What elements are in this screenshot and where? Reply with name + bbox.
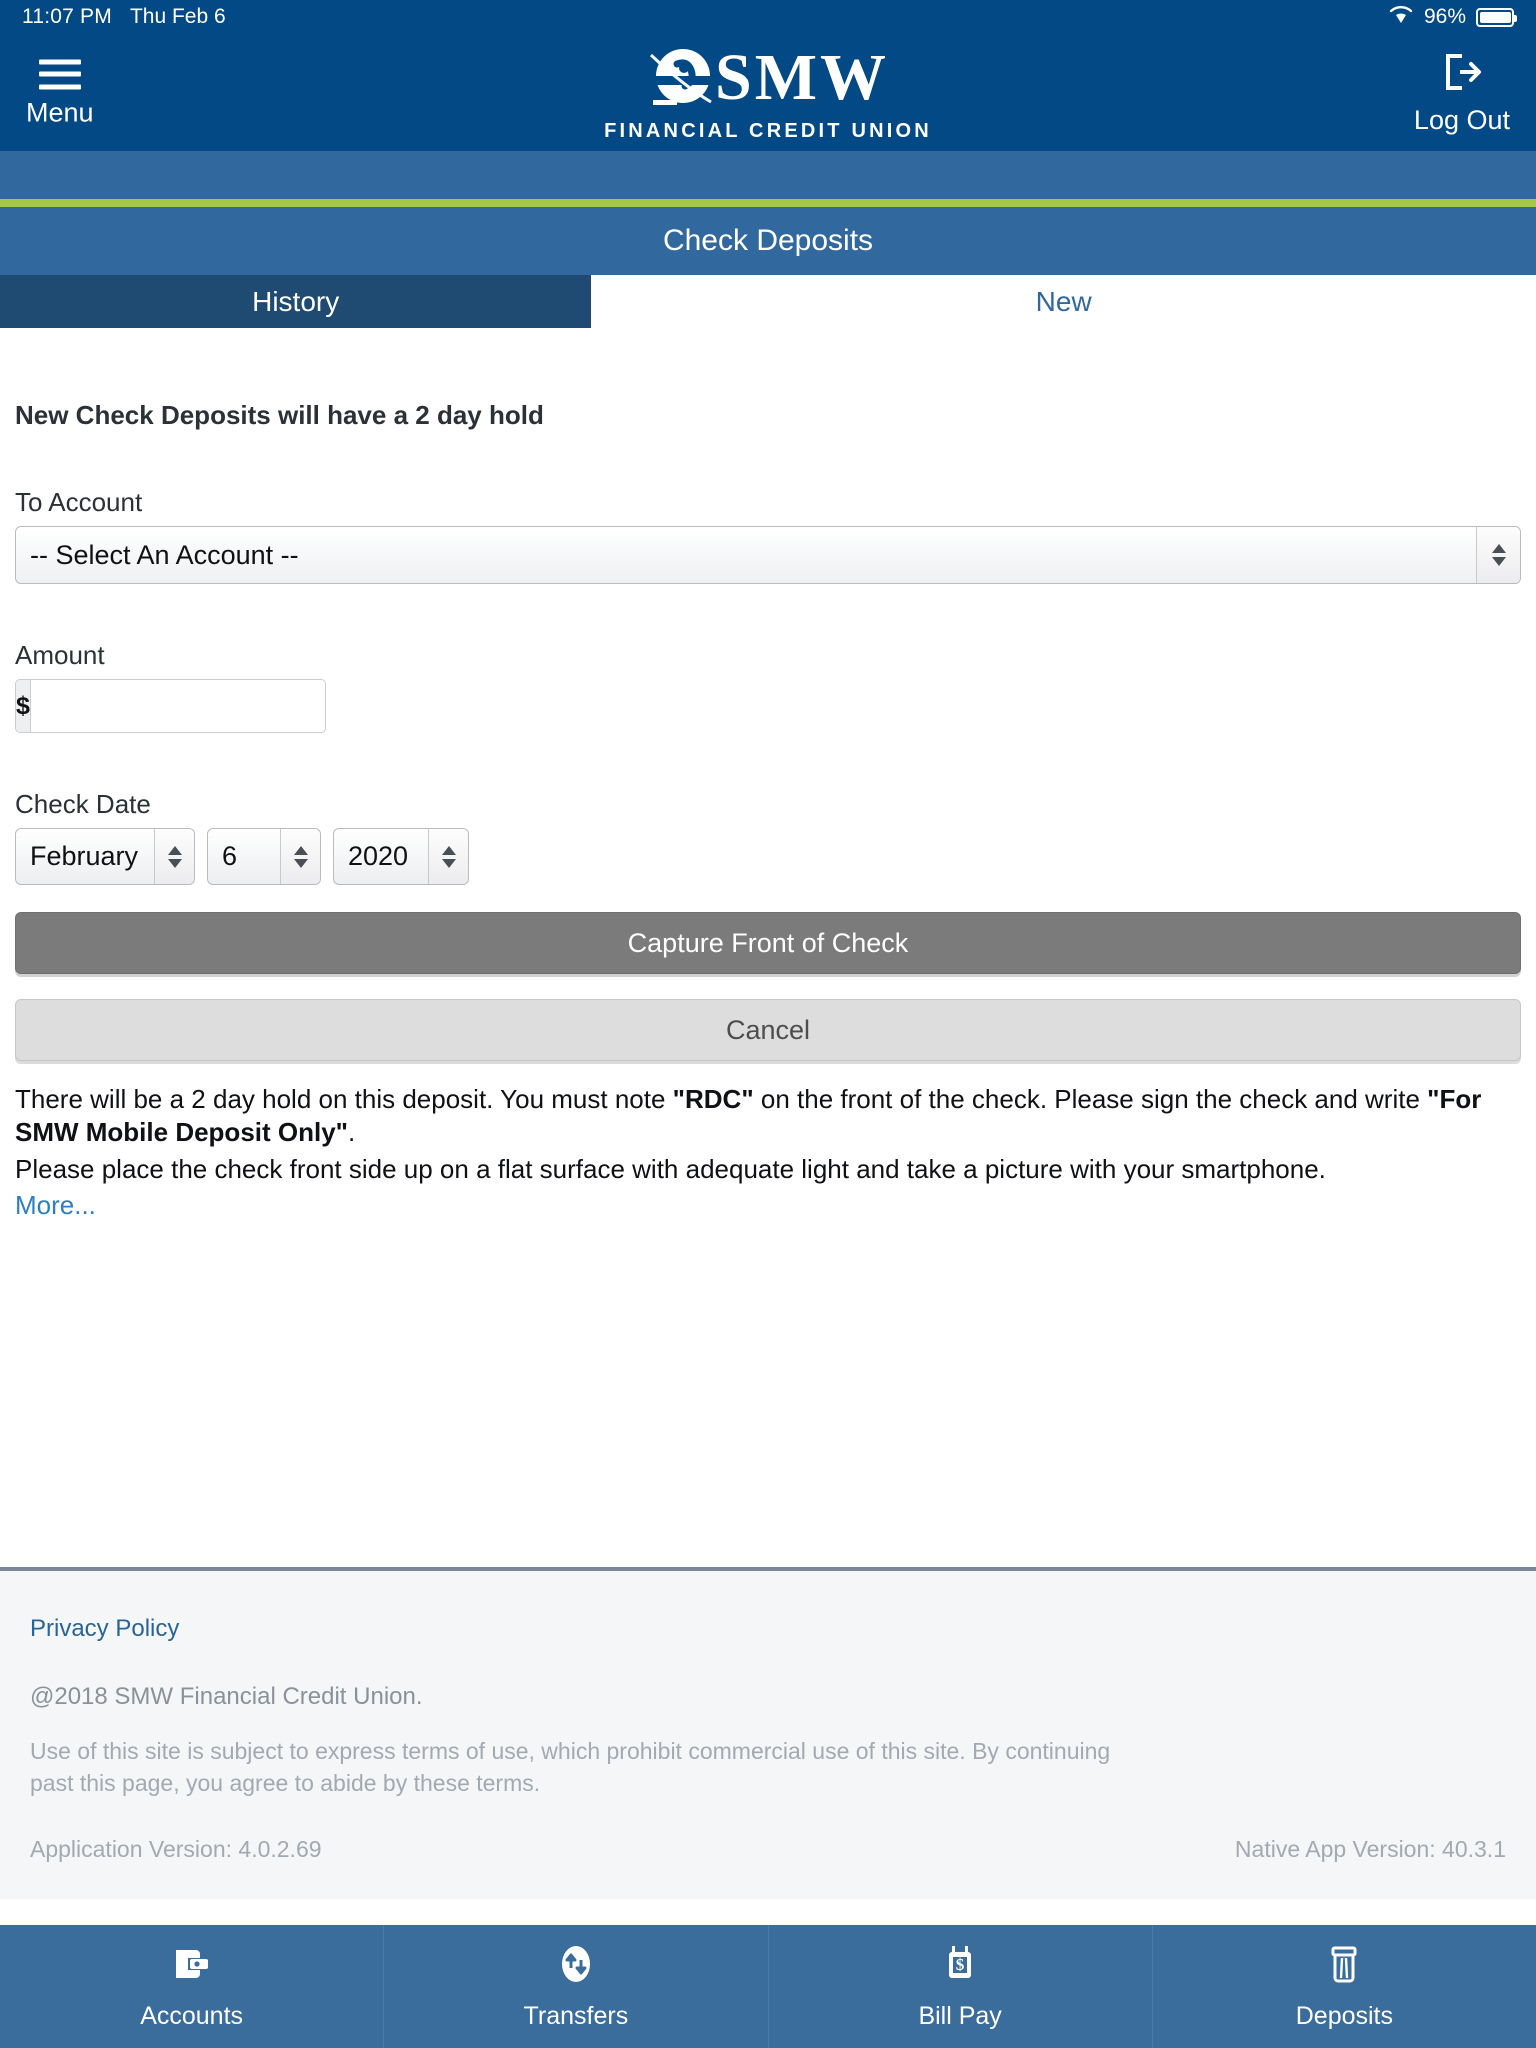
capture-front-of-check-button[interactable]: Capture Front of Check <box>15 912 1521 974</box>
check-date-year-select[interactable]: 2020 <box>333 828 469 885</box>
check-date-month-select[interactable]: February <box>15 828 195 885</box>
month-stepper-icon[interactable] <box>154 829 194 884</box>
instruction-text-c: . <box>348 1116 356 1147</box>
logo-mark-icon <box>647 42 719 114</box>
header-spacer-bar <box>0 151 1536 199</box>
instruction-text-b: on the front of the check. Please sign t… <box>753 1084 1428 1114</box>
logout-icon <box>1440 52 1484 97</box>
amount-input[interactable] <box>30 680 325 732</box>
battery-percent: 96% <box>1423 5 1466 28</box>
nav-accounts[interactable]: Accounts <box>0 1925 385 2048</box>
wifi-icon <box>1388 4 1414 30</box>
instruction-rdc: "RDC" <box>672 1084 754 1114</box>
transfer-arrows-icon <box>554 1942 598 1986</box>
nav-transfers-label: Transfers <box>523 2002 629 2030</box>
logo-wordmark: SMW <box>715 41 889 114</box>
check-deposit-icon <box>1322 1942 1366 1986</box>
battery-icon <box>1476 7 1517 27</box>
status-time: 11:07 PM <box>22 5 112 28</box>
tab-history[interactable]: History <box>0 275 592 328</box>
currency-symbol: $ <box>16 680 31 732</box>
terms-text: Use of this site is subject to express t… <box>30 1738 1111 1797</box>
copyright-text: @2018 SMW Financial Credit Union. <box>30 1683 423 1710</box>
year-stepper-icon[interactable] <box>428 829 468 884</box>
check-date-day-value: 6 <box>222 841 238 871</box>
version-row: Application Version: 4.0.2.69 Native App… <box>30 1836 1506 1863</box>
bill-dollar-icon: $ <box>938 1942 982 1986</box>
cancel-button[interactable]: Cancel <box>15 999 1521 1061</box>
brand-logo: SMW FINANCIAL CREDIT UNION <box>604 42 932 143</box>
instruction-text-a: There will be a 2 day hold on this depos… <box>15 1084 673 1114</box>
amount-label: Amount <box>15 640 105 670</box>
page-footer: Privacy Policy @2018 SMW Financial Credi… <box>0 1571 1536 1899</box>
logo-subtext: FINANCIAL CREDIT UNION <box>604 120 932 142</box>
to-account-stepper-icon[interactable] <box>1476 527 1520 583</box>
tab-new-label: New <box>1035 285 1092 317</box>
check-date-label: Check Date <box>15 789 151 819</box>
menu-button-label: Menu <box>26 97 94 127</box>
check-date-group: February 6 2020 <box>15 828 1521 885</box>
status-bar-right: 96% <box>1388 4 1517 30</box>
deposit-instructions: There will be a 2 day hold on this depos… <box>15 1083 1521 1222</box>
hold-notice: New Check Deposits will have a 2 day hol… <box>15 400 544 430</box>
native-app-version: Native App Version: 40.3.1 <box>1234 1836 1506 1862</box>
application-version: Application Version: 4.0.2.69 <box>30 1836 322 1862</box>
wallet-icon <box>170 1942 214 1986</box>
page-title-bar: Check Deposits <box>0 207 1536 275</box>
nav-accounts-label: Accounts <box>140 2002 244 2030</box>
nav-bill-pay-label: Bill Pay <box>918 2002 1002 2030</box>
deposit-form: New Check Deposits will have a 2 day hol… <box>0 328 1536 1567</box>
tab-history-label: History <box>252 285 340 317</box>
footer-bottom-gap <box>0 1899 1536 1925</box>
cancel-button-label: Cancel <box>725 1014 811 1045</box>
logout-button-label: Log Out <box>1413 104 1510 135</box>
check-date-day-select[interactable]: 6 <box>207 828 321 885</box>
privacy-policy-link[interactable]: Privacy Policy <box>30 1615 1506 1643</box>
ios-status-bar: 11:07 PM Thu Feb 6 96% <box>0 0 1536 34</box>
status-date: Thu Feb 6 <box>129 5 226 28</box>
instruction-line-1: There will be a 2 day hold on this depos… <box>15 1083 1521 1149</box>
svg-text:$: $ <box>956 1955 965 1974</box>
app-screen: 11:07 PM Thu Feb 6 96% Menu SMW FINANCIA… <box>0 0 1536 2048</box>
tab-new[interactable]: New <box>591 275 1536 328</box>
logout-button[interactable]: Log Out <box>1414 52 1510 134</box>
nav-deposits-label: Deposits <box>1295 2002 1393 2030</box>
nav-bill-pay[interactable]: $ Bill Pay <box>769 1925 1153 2048</box>
hamburger-icon <box>38 59 81 89</box>
instruction-line-2: Please place the check front side up on … <box>15 1153 1326 1184</box>
to-account-label: To Account <box>15 487 143 517</box>
green-accent-bar <box>0 199 1536 207</box>
nav-deposits[interactable]: Deposits <box>1153 1925 1536 2048</box>
amount-input-group: $ <box>15 679 326 733</box>
to-account-select[interactable]: -- Select An Account -- <box>15 526 1521 584</box>
bottom-navigation-bar: Accounts Transfers $ Bill Pay Deposits <box>0 1925 1536 2048</box>
capture-button-label: Capture Front of Check <box>627 927 909 958</box>
app-header: Menu SMW FINANCIAL CREDIT UNION Log Out <box>0 34 1536 151</box>
day-stepper-icon[interactable] <box>280 829 320 884</box>
status-bar-left: 11:07 PM Thu Feb 6 <box>22 5 226 29</box>
more-link[interactable]: More... <box>15 1189 96 1222</box>
to-account-selected-value: -- Select An Account -- <box>30 539 299 570</box>
section-tabs: History New <box>0 275 1536 328</box>
menu-button[interactable]: Menu <box>26 59 94 126</box>
nav-transfers[interactable]: Transfers <box>384 1925 769 2048</box>
page-title: Check Deposits <box>662 224 874 257</box>
